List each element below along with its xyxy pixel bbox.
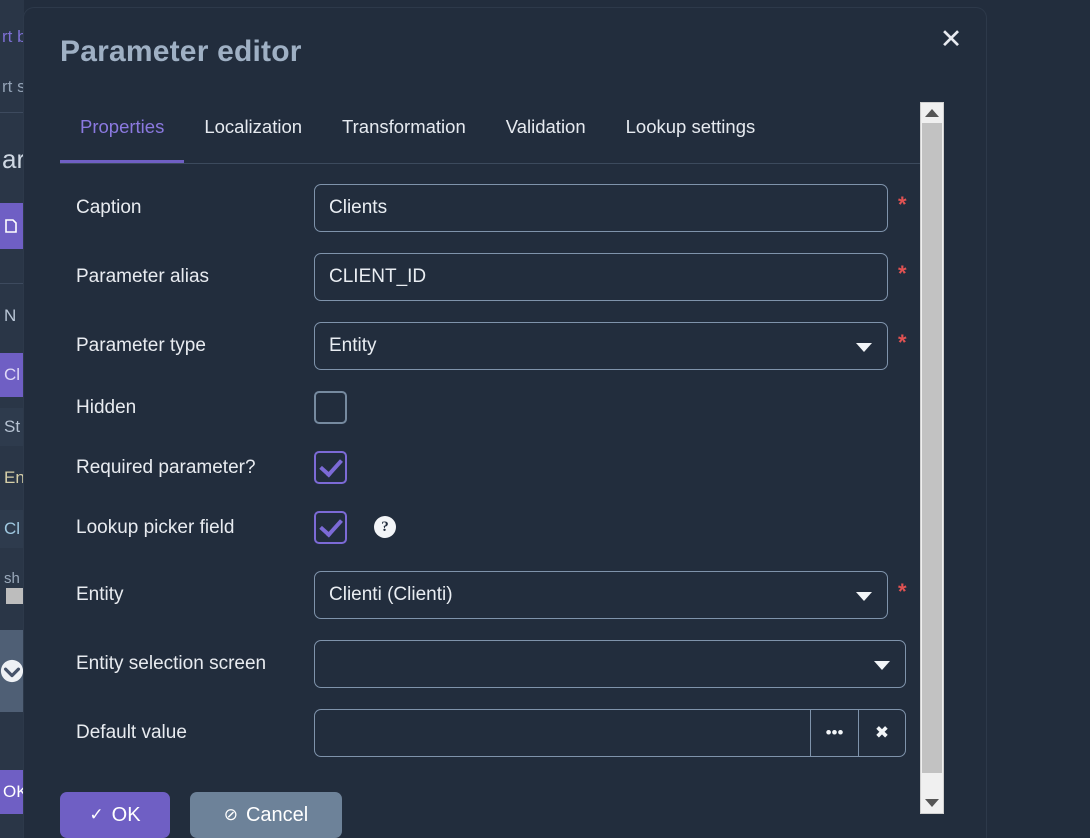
background-right-panel: ✖ Re Format st [986, 0, 1090, 838]
background-left-column: rt b rt s ar N Cl St En Cl sh OK [0, 0, 24, 838]
check-circle-icon [0, 658, 24, 684]
entity-selection-screen-label: Entity selection screen [76, 653, 266, 675]
copy-icon [4, 218, 20, 234]
dialog-title: Parameter editor [60, 35, 302, 69]
default-value-browse-button[interactable]: ••• [810, 709, 858, 757]
dialog-scrollbar[interactable] [920, 102, 944, 814]
parameter-type-select[interactable] [314, 322, 888, 370]
entity-selection-screen-value[interactable] [314, 640, 906, 688]
default-value-input[interactable] [314, 709, 810, 757]
background-list-header: N [0, 296, 24, 336]
triangle-down-icon[interactable] [921, 793, 943, 813]
hidden-label: Hidden [76, 397, 136, 419]
required-parameter-checkbox[interactable] [314, 451, 347, 484]
entity-selection-screen-select[interactable] [314, 640, 906, 688]
field-row-default-value: Default value ••• ✖ [24, 703, 924, 763]
entity-value[interactable] [314, 571, 888, 619]
field-row-hidden: Hidden [24, 383, 924, 433]
scrollbar-thumb[interactable] [922, 123, 942, 773]
default-value-clear-button[interactable]: ✖ [858, 709, 906, 757]
triangle-up-icon[interactable] [921, 103, 943, 123]
default-value-label: Default value [76, 722, 187, 744]
tab-properties[interactable]: Properties [60, 112, 184, 163]
field-row-entity: Entity * [24, 565, 924, 625]
tab-lookup-settings[interactable]: Lookup settings [606, 112, 776, 163]
background-list-row-3[interactable]: Cl [0, 510, 24, 548]
help-icon[interactable]: ? [374, 516, 396, 538]
background-fragment-export-settings[interactable]: rt s [0, 74, 24, 100]
parameter-alias-required-marker: * [898, 263, 907, 285]
background-fragment-export-buttons[interactable]: rt b [0, 24, 24, 50]
caption-label: Caption [76, 197, 142, 219]
properties-form: Caption * Parameter alias * Parameter ty… [24, 164, 986, 784]
field-row-caption: Caption * [24, 178, 924, 238]
check-icon: ✓ [89, 805, 103, 825]
ban-icon: ⊘ [224, 805, 238, 825]
caption-input[interactable] [314, 184, 888, 232]
dialog-tabs: Properties Localization Transformation V… [60, 112, 944, 164]
background-confirm-panel [0, 630, 24, 712]
field-row-parameter-type: Parameter type * [24, 316, 924, 376]
entity-label: Entity [76, 584, 124, 606]
cancel-button[interactable]: ⊘ Cancel [190, 792, 342, 838]
parameter-editor-dialog: Parameter editor ✕ Properties Localizati… [24, 8, 986, 838]
ok-button[interactable]: ✓ OK [60, 792, 170, 838]
background-list-row-selected[interactable]: Cl [0, 353, 24, 397]
lookup-picker-field-checkbox[interactable] [314, 511, 347, 544]
parameter-type-required-marker: * [898, 332, 907, 354]
caption-required-marker: * [898, 194, 907, 216]
parameter-alias-input[interactable] [314, 253, 888, 301]
parameter-type-label: Parameter type [76, 335, 206, 357]
field-row-entity-selection-screen: Entity selection screen [24, 634, 924, 694]
cancel-button-label: Cancel [246, 804, 308, 827]
dialog-footer: ✓ OK ⊘ Cancel [24, 792, 986, 838]
ok-button-label: OK [112, 804, 141, 827]
background-ok-button[interactable]: OK [0, 770, 24, 814]
tab-validation[interactable]: Validation [486, 112, 606, 163]
default-value-group: ••• ✖ [314, 709, 906, 757]
background-fragment-params-heading: ar [0, 140, 24, 178]
background-list-row-2[interactable]: En [0, 459, 24, 497]
tab-transformation[interactable]: Transformation [322, 112, 486, 163]
lookup-picker-field-label: Lookup picker field [76, 517, 234, 539]
parameter-type-value[interactable] [314, 322, 888, 370]
field-row-lookup-picker-field: Lookup picker field ? [24, 503, 924, 553]
close-icon[interactable]: ✕ [932, 20, 970, 58]
entity-required-marker: * [898, 581, 907, 603]
tab-localization[interactable]: Localization [184, 112, 322, 163]
required-parameter-label: Required parameter? [76, 457, 256, 479]
entity-select[interactable] [314, 571, 888, 619]
background-list-row-1[interactable]: St [0, 408, 24, 446]
field-row-required-parameter: Required parameter? [24, 443, 924, 493]
hidden-checkbox[interactable] [314, 391, 347, 424]
background-copy-button[interactable] [0, 203, 24, 249]
field-row-parameter-alias: Parameter alias * [24, 247, 924, 307]
parameter-alias-label: Parameter alias [76, 266, 209, 288]
